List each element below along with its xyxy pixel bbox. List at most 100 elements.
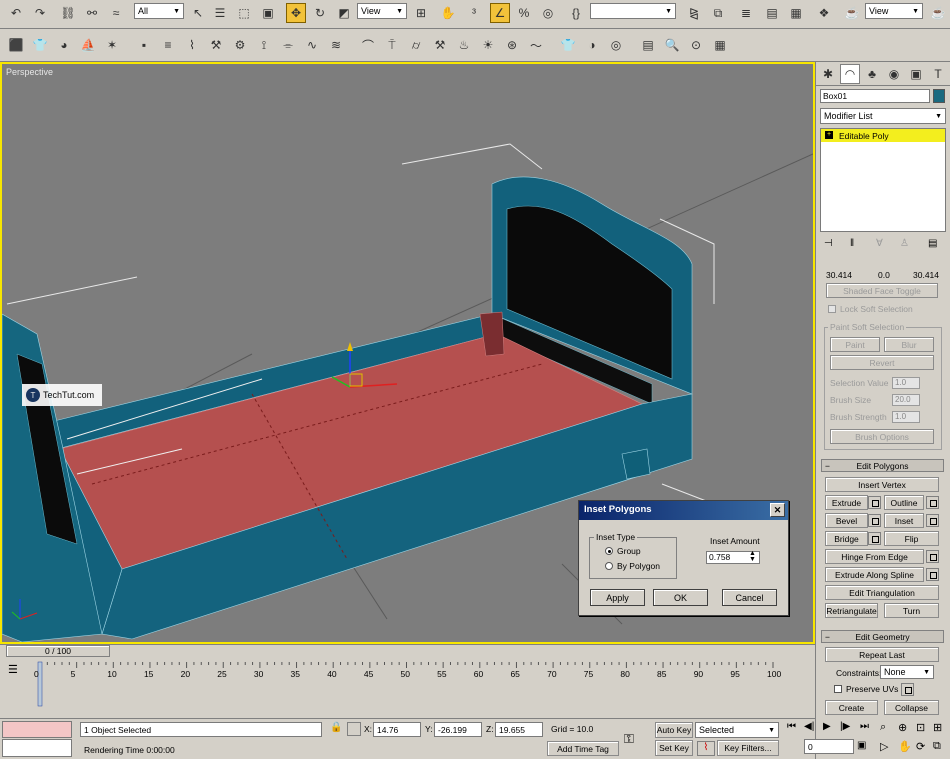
shaded-face-toggle-button[interactable]: Shaded Face Toggle xyxy=(826,283,938,298)
blur-button[interactable]: Blur xyxy=(884,337,934,352)
cylinder-icon[interactable]: ⌭ xyxy=(406,35,426,55)
select-rotate-icon[interactable]: ↻ xyxy=(310,3,330,23)
box-icon[interactable]: ⬛ xyxy=(6,35,26,55)
window-crossing-icon[interactable]: ▣ xyxy=(258,3,278,23)
play-icon[interactable]: ▶ xyxy=(823,721,831,732)
go-to-end-icon[interactable]: ⏭ xyxy=(860,721,869,732)
inset-button[interactable]: Inset xyxy=(884,513,924,528)
percent-snap-icon[interactable]: % xyxy=(514,3,534,23)
select-link-icon[interactable]: ⛓ xyxy=(58,3,78,23)
spinner-arrows-icon[interactable]: ▲ ▼ xyxy=(749,550,756,563)
omni-icon[interactable]: ⊛ xyxy=(502,35,522,55)
zoom-icon[interactable]: ⌕ xyxy=(880,721,886,734)
key-mode-dropdown[interactable]: Selected ▼ xyxy=(695,722,779,738)
boat-icon[interactable]: ⛵ xyxy=(78,35,98,55)
select-move-icon[interactable]: ✥ xyxy=(286,3,306,23)
lock-selection-icon[interactable]: 🔒 xyxy=(330,722,344,736)
bevel-button[interactable]: Bevel xyxy=(825,513,868,528)
gear-icon[interactable]: ⚙ xyxy=(230,35,250,55)
pin-stack-icon[interactable]: ⊣ xyxy=(824,238,833,249)
stack-item-editable-poly[interactable]: + Editable Poly xyxy=(821,129,945,142)
quick-render-icon[interactable]: ☕ xyxy=(928,3,948,23)
x-coord-field[interactable]: 14.76 xyxy=(373,722,421,737)
auto-key-button[interactable]: Auto Key xyxy=(655,722,693,738)
layer-manager-icon[interactable]: ≣ xyxy=(736,3,756,23)
lightbulb-icon[interactable]: ☀ xyxy=(478,35,498,55)
field-of-view-icon[interactable]: ▷ xyxy=(880,740,888,753)
camera-icon[interactable]: ⊙ xyxy=(686,35,706,55)
select-scale-icon[interactable]: ◩ xyxy=(334,3,354,23)
show-end-result-icon[interactable]: ‖ xyxy=(850,238,854,249)
align-icon[interactable]: ⧉ xyxy=(708,3,728,23)
object-name-field[interactable]: Box01 xyxy=(820,89,930,103)
panel-icon[interactable]: ▤ xyxy=(638,35,658,55)
hinge-settings-icon[interactable] xyxy=(926,550,939,563)
collapse-button[interactable]: Collapse xyxy=(884,700,939,715)
preserve-uvs-settings-icon[interactable] xyxy=(901,683,914,696)
turn-button[interactable]: Turn xyxy=(884,603,939,618)
bridge-settings-icon[interactable] xyxy=(868,532,881,545)
go-to-start-icon[interactable]: ⏮ xyxy=(787,721,796,732)
schematic-view-icon[interactable]: ▦ xyxy=(786,3,806,23)
extrude-settings-icon[interactable] xyxy=(868,496,881,509)
maxscript-mini-listener[interactable] xyxy=(2,721,72,738)
wrench-icon[interactable]: ⚒ xyxy=(206,35,226,55)
set-key-icon[interactable]: ⌇ xyxy=(697,741,715,756)
selection-filter-dropdown[interactable]: All ▼ xyxy=(134,3,184,19)
manipulate-icon[interactable]: ✋ xyxy=(438,3,458,23)
stack-icon[interactable]: ≡ xyxy=(158,35,178,55)
create-button[interactable]: Create xyxy=(825,700,878,715)
repeat-last-button[interactable]: Repeat Last xyxy=(825,647,939,662)
add-time-tag-button[interactable]: Add Time Tag xyxy=(547,741,619,756)
inset-settings-icon[interactable] xyxy=(926,514,939,527)
object-color-swatch[interactable] xyxy=(933,89,945,103)
maxscript-output[interactable] xyxy=(2,739,72,757)
retriangulate-button[interactable]: Retriangulate xyxy=(825,603,878,618)
lock-soft-selection-checkbox[interactable] xyxy=(828,305,836,313)
zoom-all-icon[interactable]: ⊕ xyxy=(898,721,907,734)
search-icon[interactable]: 🔍 xyxy=(662,35,682,55)
material-editor-icon[interactable]: ❖ xyxy=(814,3,834,23)
time-slider-handle[interactable]: 0 / 100 xyxy=(6,645,110,657)
angle-snap-icon[interactable]: ∠ xyxy=(490,3,510,23)
make-unique-icon[interactable]: ∀ xyxy=(876,238,883,249)
by-polygon-radio[interactable] xyxy=(605,562,613,570)
dialog-titlebar[interactable]: Inset Polygons ✕ xyxy=(579,501,788,520)
curve-editor-icon[interactable]: ▤ xyxy=(762,3,782,23)
hinge-from-edge-button[interactable]: Hinge From Edge xyxy=(825,549,924,564)
rect-selection-icon[interactable]: ⬚ xyxy=(234,3,254,23)
constraints-dropdown[interactable]: None ▼ xyxy=(880,665,934,679)
sphere-icon[interactable]: ◕ xyxy=(54,35,74,55)
display-icon[interactable]: ▪ xyxy=(134,35,154,55)
spinner-snap-icon[interactable]: ◎ xyxy=(538,3,558,23)
selection-value-spinner[interactable]: 1.0 xyxy=(892,377,920,389)
brush-options-button[interactable]: Brush Options xyxy=(830,429,934,444)
shape-icon[interactable]: ♨ xyxy=(454,35,474,55)
shirt2-icon[interactable]: 👕 xyxy=(558,35,578,55)
zoom-extents-icon[interactable]: ⊡ xyxy=(916,721,925,734)
edit-triangulation-button[interactable]: Edit Triangulation xyxy=(825,585,939,600)
bevel-settings-icon[interactable] xyxy=(868,514,881,527)
brush-strength-spinner[interactable]: 1.0 xyxy=(892,411,920,423)
create-tab-icon[interactable]: ✱ xyxy=(818,64,838,84)
ref-coord-dropdown[interactable]: View ▼ xyxy=(357,3,407,19)
extrude-spline-settings-icon[interactable] xyxy=(926,568,939,581)
edit-named-selection-icon[interactable]: {} xyxy=(566,3,586,23)
select-object-icon[interactable]: ↖ xyxy=(188,3,208,23)
extrude-button[interactable]: Extrude xyxy=(825,495,868,510)
brush-size-spinner[interactable]: 20.0 xyxy=(892,394,920,406)
expand-icon[interactable]: + xyxy=(825,131,833,139)
render-view-dropdown[interactable]: View ▼ xyxy=(865,3,923,19)
cancel-button[interactable]: Cancel xyxy=(722,589,777,606)
group-label[interactable]: Group xyxy=(617,546,641,556)
ripple-icon[interactable]: ≋ xyxy=(326,35,346,55)
edit-polygons-rollout[interactable]: − Edit Polygons xyxy=(821,459,944,472)
hammer-icon[interactable]: ⚒ xyxy=(430,35,450,55)
apply-button[interactable]: Apply xyxy=(590,589,645,606)
pan-icon[interactable]: ✋ xyxy=(898,740,912,753)
utilities-tab-icon[interactable]: T xyxy=(928,64,948,84)
configure-sets-icon[interactable]: ▤ xyxy=(928,238,937,249)
key-filters-button[interactable]: Key Filters... xyxy=(717,740,779,756)
outline-button[interactable]: Outline xyxy=(884,495,924,510)
current-frame-field[interactable]: 0 xyxy=(804,739,854,754)
